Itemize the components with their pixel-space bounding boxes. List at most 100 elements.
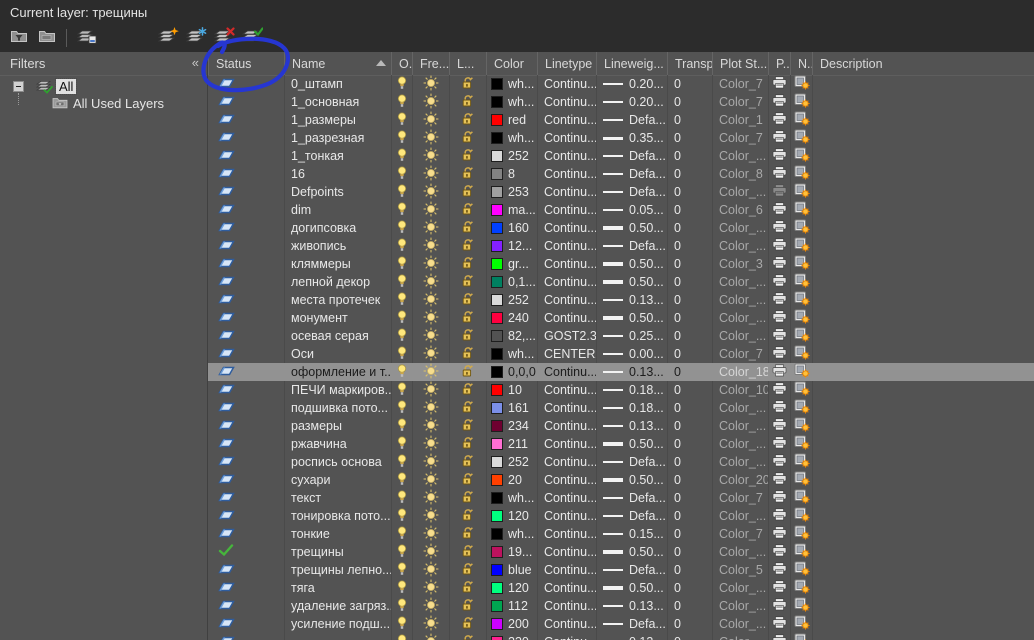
on-cell[interactable]	[391, 93, 412, 111]
color-cell[interactable]: 10	[486, 381, 537, 399]
on-cell[interactable]	[391, 453, 412, 471]
linetype-cell[interactable]: Continu...	[537, 129, 596, 147]
transparency-cell[interactable]: 0	[667, 291, 712, 309]
description-cell[interactable]	[812, 255, 1034, 273]
linetype-cell[interactable]: Continu...	[537, 471, 596, 489]
lock-cell[interactable]	[449, 201, 486, 219]
description-cell[interactable]	[812, 219, 1034, 237]
plot-cell[interactable]	[768, 615, 790, 633]
layer-name-cell[interactable]: трещины лепно...	[284, 561, 391, 579]
plot-icon[interactable]	[772, 220, 787, 236]
linetype-cell[interactable]: Continu...	[537, 561, 596, 579]
new-vp-freeze-cell[interactable]	[790, 327, 812, 345]
linetype-cell[interactable]: Continu...	[537, 615, 596, 633]
freeze-cell[interactable]	[412, 453, 449, 471]
plot-cell[interactable]	[768, 453, 790, 471]
lock-cell[interactable]	[449, 453, 486, 471]
plot-cell[interactable]	[768, 345, 790, 363]
table-row[interactable]: лепной декор 0,1... Continu... 0.50... 0 Colo…	[208, 273, 1034, 291]
color-cell[interactable]: 8	[486, 165, 537, 183]
table-row[interactable]: 1_основная wh... Continu... 0.20... 0 Color_7	[208, 93, 1034, 111]
transparency-cell[interactable]: 0	[667, 633, 712, 640]
plot-icon[interactable]	[772, 364, 787, 380]
freeze-cell[interactable]	[412, 183, 449, 201]
plot-icon[interactable]	[772, 148, 787, 164]
on-cell[interactable]	[391, 111, 412, 129]
color-cell[interactable]: 252	[486, 291, 537, 309]
linetype-cell[interactable]: Continu...	[537, 597, 596, 615]
table-row[interactable]: тяга 120 Continu... 0.50... 0 Color_...	[208, 579, 1034, 597]
lineweight-cell[interactable]: 0.00...	[596, 345, 667, 363]
linetype-cell[interactable]: Continu...	[537, 633, 596, 640]
layer-name-cell[interactable]: удаление загряз...	[284, 597, 391, 615]
new-vp-freeze-cell[interactable]	[790, 435, 812, 453]
color-cell[interactable]: wh...	[486, 489, 537, 507]
on-cell[interactable]	[391, 291, 412, 309]
lock-cell[interactable]	[449, 633, 486, 640]
table-row[interactable]: 230 Continu... 0.13... 0 Color_...	[208, 633, 1034, 640]
plot-cell[interactable]	[768, 489, 790, 507]
new-vp-freeze-cell[interactable]	[790, 543, 812, 561]
transparency-cell[interactable]: 0	[667, 255, 712, 273]
transparency-cell[interactable]: 0	[667, 363, 712, 381]
layer-name-cell[interactable]: живопись	[284, 237, 391, 255]
layer-name-cell[interactable]: лепной декор	[284, 273, 391, 291]
color-cell[interactable]: wh...	[486, 525, 537, 543]
transparency-cell[interactable]: 0	[667, 579, 712, 597]
color-cell[interactable]: 160	[486, 219, 537, 237]
plot-icon[interactable]	[772, 382, 787, 398]
layer-name-cell[interactable]: ржавчина	[284, 435, 391, 453]
plot-icon[interactable]	[772, 112, 787, 128]
layer-name-cell[interactable]: dim	[284, 201, 391, 219]
lineweight-cell[interactable]: 0.18...	[596, 399, 667, 417]
collapse-filters-icon[interactable]: «	[192, 55, 199, 70]
plot-cell[interactable]	[768, 309, 790, 327]
on-cell[interactable]	[391, 183, 412, 201]
layer-name-cell[interactable]: ПЕЧИ маркиров...	[284, 381, 391, 399]
plot-cell[interactable]	[768, 633, 790, 640]
description-cell[interactable]	[812, 453, 1034, 471]
lineweight-cell[interactable]: Defa...	[596, 561, 667, 579]
lock-cell[interactable]	[449, 291, 486, 309]
on-cell[interactable]	[391, 165, 412, 183]
linetype-cell[interactable]: Continu...	[537, 381, 596, 399]
lineweight-cell[interactable]: Defa...	[596, 183, 667, 201]
new-vp-freeze-cell[interactable]	[790, 309, 812, 327]
on-cell[interactable]	[391, 147, 412, 165]
freeze-cell[interactable]	[412, 219, 449, 237]
plot-icon[interactable]	[772, 94, 787, 110]
freeze-cell[interactable]	[412, 129, 449, 147]
on-cell[interactable]	[391, 471, 412, 489]
table-row[interactable]: 1_разрезная wh... Continu... 0.35... 0 Color_…	[208, 129, 1034, 147]
linetype-cell[interactable]: Continu...	[537, 165, 596, 183]
plot-icon[interactable]	[772, 490, 787, 506]
transparency-cell[interactable]: 0	[667, 543, 712, 561]
layer-name-cell[interactable]: тяга	[284, 579, 391, 597]
on-cell[interactable]	[391, 381, 412, 399]
on-cell[interactable]	[391, 363, 412, 381]
transparency-cell[interactable]: 0	[667, 183, 712, 201]
table-row[interactable]: ПЕЧИ маркиров... 10 Continu... 0.18... 0 Colo…	[208, 381, 1034, 399]
color-cell[interactable]: 19...	[486, 543, 537, 561]
plot-cell[interactable]	[768, 165, 790, 183]
plot-cell[interactable]	[768, 417, 790, 435]
plot-cell[interactable]	[768, 147, 790, 165]
description-cell[interactable]	[812, 201, 1034, 219]
linetype-cell[interactable]: Continu...	[537, 219, 596, 237]
color-cell[interactable]: 240	[486, 309, 537, 327]
plot-icon[interactable]	[772, 346, 787, 362]
table-row[interactable]: монумент 240 Continu... 0.50... 0 Color_...	[208, 309, 1034, 327]
freeze-cell[interactable]	[412, 633, 449, 640]
transparency-cell[interactable]: 0	[667, 147, 712, 165]
plot-cell[interactable]	[768, 327, 790, 345]
tree-item-label[interactable]: All Used Layers	[73, 96, 164, 111]
plot-icon[interactable]	[772, 418, 787, 434]
on-cell[interactable]	[391, 633, 412, 640]
plot-cell[interactable]	[768, 129, 790, 147]
filters-tree-item-all[interactable]: All	[0, 78, 207, 105]
plot-cell[interactable]	[768, 183, 790, 201]
table-row[interactable]: тонкие wh... Continu... 0.15... 0 Color_7	[208, 525, 1034, 543]
on-cell[interactable]	[391, 255, 412, 273]
plot-icon[interactable]	[772, 562, 787, 578]
table-row[interactable]: трещины 19... Continu... 0.50... 0 Color_...	[208, 543, 1034, 561]
